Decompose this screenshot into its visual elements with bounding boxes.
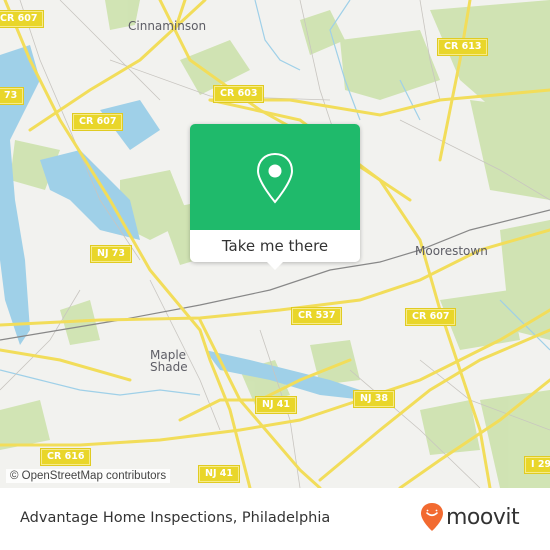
road-shield-nj38: NJ 38	[354, 391, 395, 407]
road-shield-73: 73	[0, 88, 24, 104]
road-shield-cr537: CR 537	[292, 308, 342, 324]
road-shield-nj41: NJ 41	[256, 397, 297, 413]
road-shield-cr603: CR 603	[214, 86, 264, 102]
popup-pointer	[266, 261, 284, 270]
road-shield-cr607-right: CR 607	[406, 309, 456, 325]
map-pin-icon	[256, 152, 294, 204]
road-shield-cr607-top: CR 607	[0, 11, 44, 27]
road-shield-cr613: CR 613	[438, 39, 488, 55]
footer: Advantage Home Inspections, Philadelphia…	[0, 488, 550, 550]
location-popup: Take me there	[190, 124, 360, 270]
road-shield-nj73: NJ 73	[91, 246, 132, 262]
place-label-moorestown: Moorestown	[415, 244, 488, 258]
place-label-cinnaminson: Cinnaminson	[128, 19, 207, 33]
moovit-wordmark: moovit	[446, 504, 520, 530]
road-shield-cr607-mid: CR 607	[73, 114, 123, 130]
popup-header	[190, 124, 360, 230]
location-title: Advantage Home Inspections, Philadelphia	[20, 510, 331, 526]
road-shield-i295: I 295	[525, 457, 550, 473]
take-me-there-button[interactable]: Take me there	[190, 230, 360, 262]
moovit-pin-icon	[421, 503, 443, 531]
place-label-maple-shade-line2: Shade	[150, 360, 188, 374]
map[interactable]: Cinnaminson Moorestown Maple Shade CR 60…	[0, 0, 550, 488]
road-shield-nj41-bottom: NJ 41	[199, 466, 240, 482]
road-shield-cr616: CR 616	[41, 449, 91, 465]
map-attribution[interactable]: © OpenStreetMap contributors	[6, 469, 171, 483]
moovit-logo[interactable]: moovit	[420, 502, 520, 532]
